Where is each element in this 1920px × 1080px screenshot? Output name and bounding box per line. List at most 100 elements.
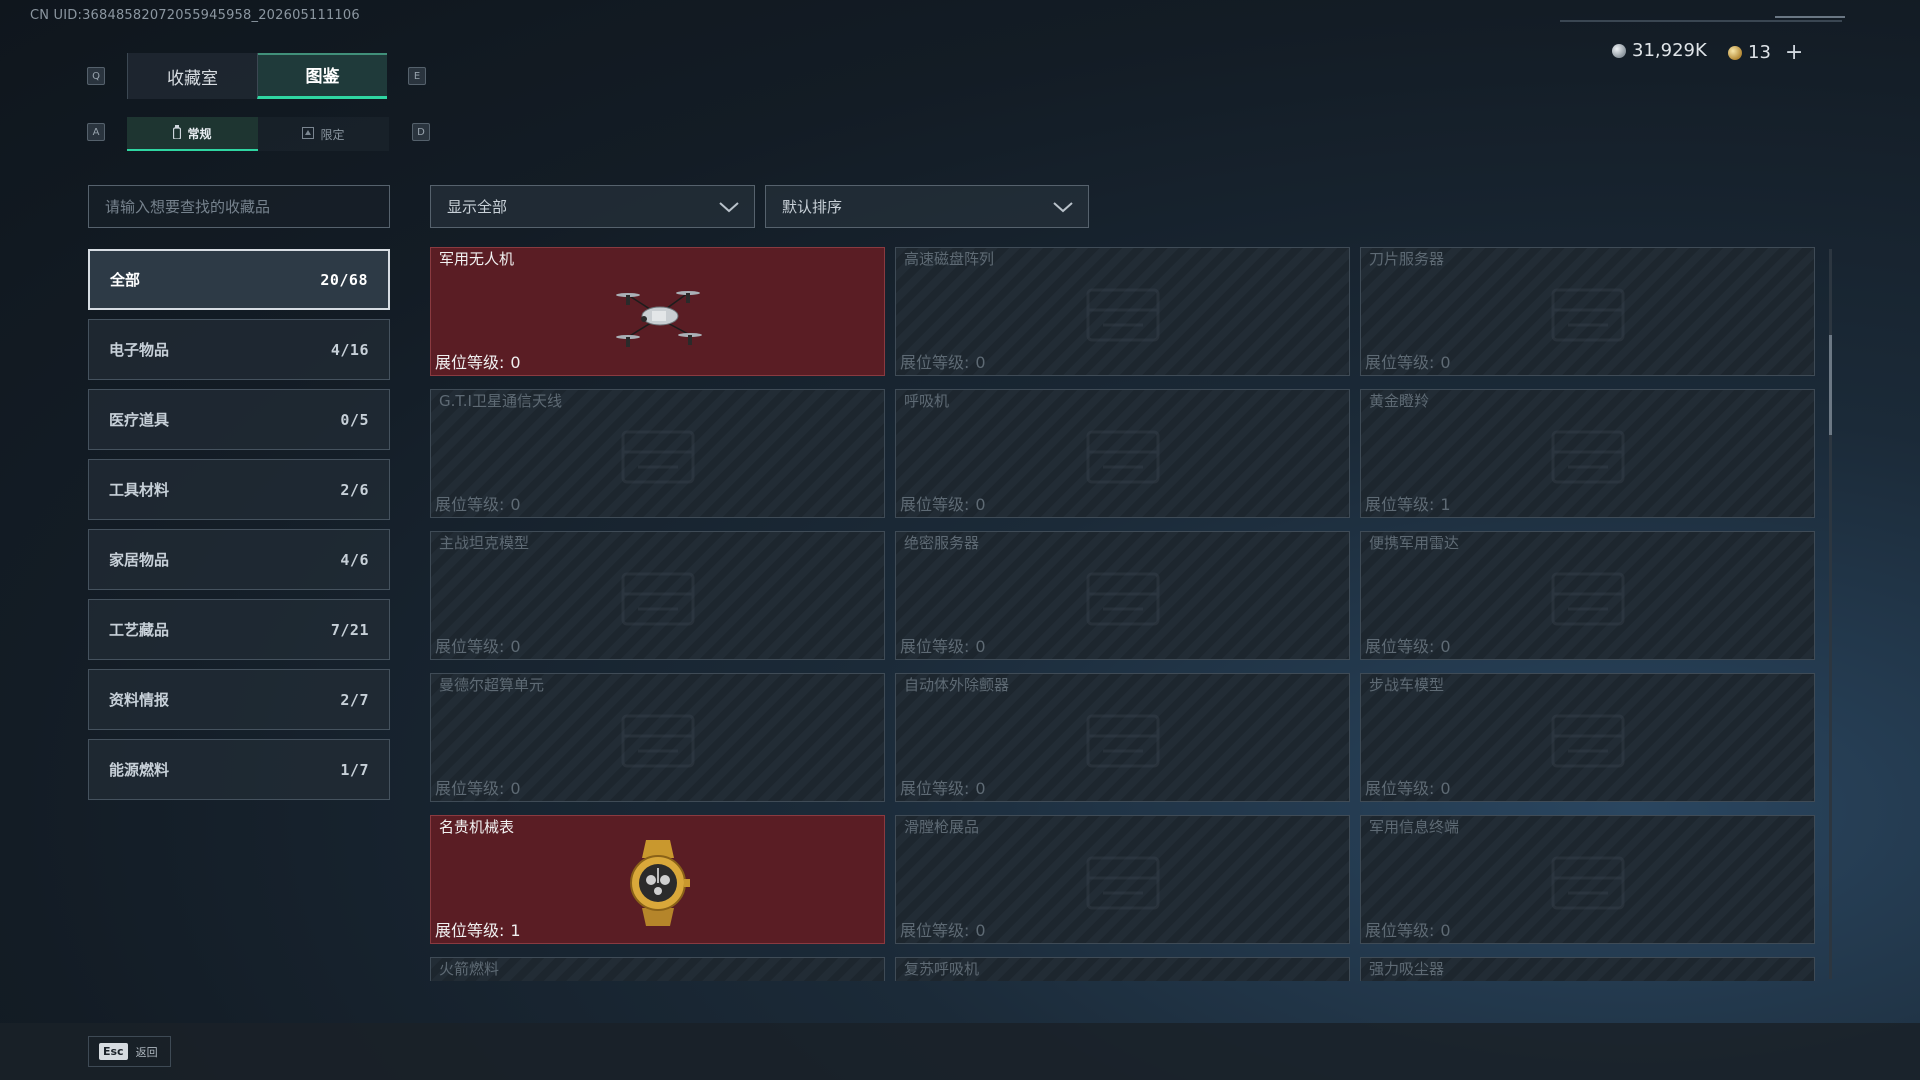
category-label: 全部 (110, 271, 141, 289)
scrollbar-thumb[interactable] (1829, 335, 1832, 435)
collection-card[interactable]: 军用信息终端 展位等级: 0 (1360, 815, 1815, 944)
level-value: 0 (975, 779, 986, 798)
category-item[interactable]: 医疗道具 0/5 (88, 389, 390, 450)
item-name: 高速磁盘阵列 (904, 250, 995, 268)
limited-icon (302, 126, 315, 142)
add-currency-button[interactable]: + (1785, 40, 1803, 65)
category-item[interactable]: 全部 20/68 (88, 249, 390, 310)
category-item[interactable]: 能源燃料 1/7 (88, 739, 390, 800)
item-name: 黄金瞪羚 (1369, 392, 1430, 410)
tab-normal[interactable]: 常规 (127, 117, 258, 151)
sub-tabs: 常规 限定 (127, 117, 389, 151)
item-name: 复苏呼吸机 (904, 960, 980, 978)
item-level: 展位等级: 0 (1365, 775, 1451, 799)
item-name: 呼吸机 (904, 392, 950, 410)
ventilator-icon (1068, 417, 1178, 501)
item-level: 展位等级: 0 (435, 349, 521, 373)
collection-card[interactable]: 高速磁盘阵列 展位等级: 0 (895, 247, 1350, 376)
item-name: 便携军用雷达 (1369, 534, 1460, 552)
level-label: 展位等级: (900, 779, 970, 798)
gold-gazelle-icon (1533, 417, 1643, 501)
level-value: 0 (975, 921, 986, 940)
category-item[interactable]: 家居物品 4/6 (88, 529, 390, 590)
filter-dropdown[interactable]: 显示全部 (430, 185, 755, 228)
level-value: 0 (975, 353, 986, 372)
category-count: 0/5 (340, 410, 369, 429)
item-name: 步战车模型 (1369, 676, 1445, 694)
item-name: 主战坦克模型 (439, 534, 530, 552)
category-count: 7/21 (330, 620, 369, 639)
collection-card[interactable]: 军用无人机 展位等级: 0 (430, 247, 885, 376)
collection-card[interactable]: 火箭燃料 (430, 957, 885, 981)
main-tabs: 收藏室 图鉴 (127, 53, 387, 99)
level-value: 1 (510, 921, 521, 940)
level-label: 展位等级: (1365, 921, 1435, 940)
category-item[interactable]: 工具材料 2/6 (88, 459, 390, 520)
item-level: 展位等级: 1 (1365, 491, 1451, 515)
key-hint-d[interactable]: D (412, 123, 430, 141)
collection-card[interactable]: 滑膛枪展品 展位等级: 0 (895, 815, 1350, 944)
category-item[interactable]: 电子物品 4/16 (88, 319, 390, 380)
item-name: 绝密服务器 (904, 534, 980, 552)
item-level: 展位等级: 0 (900, 349, 986, 373)
collection-card[interactable]: 主战坦克模型 展位等级: 0 (430, 531, 885, 660)
collection-card[interactable]: 呼吸机 展位等级: 0 (895, 389, 1350, 518)
sort-dropdown-value: 默认排序 (782, 198, 843, 216)
disk-array-icon (1068, 275, 1178, 359)
key-hint-a[interactable]: A (87, 123, 105, 141)
sort-dropdown[interactable]: 默认排序 (765, 185, 1089, 228)
item-name: 滑膛枪展品 (904, 818, 980, 836)
back-label: 返回 (135, 1045, 158, 1059)
gold-currency[interactable]: 13 + (1728, 40, 1803, 65)
tab-collection-room[interactable]: 收藏室 (127, 53, 257, 99)
item-name: 军用无人机 (439, 250, 515, 268)
category-item[interactable]: 资料情报 2/7 (88, 669, 390, 730)
level-label: 展位等级: (435, 353, 505, 372)
item-level: 展位等级: 0 (435, 491, 521, 515)
collection-card[interactable]: 黄金瞪羚 展位等级: 1 (1360, 389, 1815, 518)
level-value: 0 (510, 495, 521, 514)
chevron-down-icon (1053, 201, 1073, 212)
level-value: 1 (1440, 495, 1451, 514)
bottom-bar (0, 1023, 1920, 1080)
tab-limited[interactable]: 限定 (258, 117, 389, 151)
supercomputer-icon (603, 701, 713, 785)
search-input[interactable]: 请输入想要查找的收藏品 (88, 185, 390, 228)
category-label: 工具材料 (109, 481, 170, 499)
category-item[interactable]: 工艺藏品 7/21 (88, 599, 390, 660)
item-level: 展位等级: 0 (900, 633, 986, 657)
item-name: 军用信息终端 (1369, 818, 1460, 836)
category-label: 电子物品 (109, 341, 170, 359)
collection-card[interactable]: 强力吸尘器 (1360, 957, 1815, 981)
level-label: 展位等级: (1365, 495, 1435, 514)
silver-currency[interactable]: 31,929K (1612, 40, 1707, 61)
item-level: 展位等级: 0 (1365, 349, 1451, 373)
item-level: 展位等级: 0 (1365, 917, 1451, 941)
satellite-dish-icon (603, 417, 713, 501)
collection-card[interactable]: 自动体外除颤器 展位等级: 0 (895, 673, 1350, 802)
back-button[interactable]: Esc 返回 (88, 1036, 171, 1067)
gold-amount: 13 (1748, 42, 1771, 63)
key-hint-q[interactable]: Q (87, 67, 105, 85)
collection-card[interactable]: 复苏呼吸机 (895, 957, 1350, 981)
collection-card[interactable]: 曼德尔超算单元 展位等级: 0 (430, 673, 885, 802)
collection-card[interactable]: 绝密服务器 展位等级: 0 (895, 531, 1350, 660)
level-value: 0 (975, 637, 986, 656)
key-hint-e[interactable]: E (408, 67, 426, 85)
item-name: 曼德尔超算单元 (439, 676, 545, 694)
collection-card[interactable]: 便携军用雷达 展位等级: 0 (1360, 531, 1815, 660)
collection-card[interactable]: 刀片服务器 展位等级: 0 (1360, 247, 1815, 376)
defibrillator-icon (1068, 701, 1178, 785)
category-count: 2/6 (340, 480, 369, 499)
collection-card[interactable]: 名贵机械表 展位等级: 1 (430, 815, 885, 944)
tab-catalog[interactable]: 图鉴 (257, 53, 387, 99)
gold-coin-icon (1728, 45, 1742, 60)
radar-icon (1533, 559, 1643, 643)
item-name: G.T.I卫星通信天线 (439, 392, 562, 410)
level-label: 展位等级: (435, 921, 505, 940)
collection-card[interactable]: 步战车模型 展位等级: 0 (1360, 673, 1815, 802)
bottle-icon (173, 124, 182, 142)
level-value: 0 (975, 495, 986, 514)
collection-card[interactable]: G.T.I卫星通信天线 展位等级: 0 (430, 389, 885, 518)
item-name: 刀片服务器 (1369, 250, 1445, 268)
